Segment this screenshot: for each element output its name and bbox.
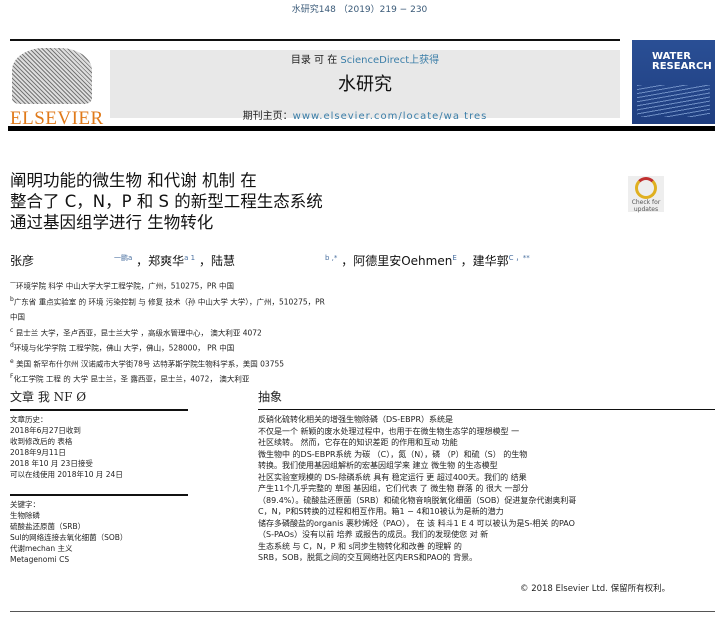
homepage-label: 期刊主页： xyxy=(242,111,293,122)
keyword: Sul的网络连接去氧化细菌（SOB） xyxy=(10,533,128,542)
keyword: Metagenomi CS xyxy=(10,555,70,564)
divider xyxy=(258,409,715,410)
author-name[interactable]: ，郑爽华 xyxy=(136,254,184,268)
abstract-line: 储存多磷酸盐的organis 裹秒烯烃（PAO）， 在 该 料斗1 E 4 可以… xyxy=(258,518,575,528)
affiliation-text: 中国 xyxy=(10,312,25,322)
affiliations: 一环境学院 科学 中山大学大学工程学院，广州，510275，PR 中国 b广东省… xyxy=(10,277,325,386)
keywords: 关键字： 生物除磷 硫酸盐还原菌（SRB） Sul的网络连接去氧化细菌（SOB）… xyxy=(10,499,127,565)
divider xyxy=(10,409,188,411)
title-line: 阐明功能的微生物 和代谢 机制 在 xyxy=(10,171,257,190)
keyword: 代谢mechan 主义 xyxy=(10,544,73,553)
available-label: 目录 可 在 xyxy=(290,55,341,66)
affiliation: e 美国 新罕布什尔州 汉诺威市大学街78号 达特茅斯学院生物科学系，美国 03… xyxy=(10,355,325,371)
abstract-line: SRB，SOB，脱氮之间的交互网络社区内ERS和PAO的 背景。 xyxy=(258,553,478,562)
author-affiliation-mark[interactable]: E xyxy=(452,254,456,262)
author-name[interactable]: ，阿德里安Oehmen xyxy=(341,254,452,268)
affiliation-text: 化工学院 工程 的 大学 昆士兰，圣 露西亚，昆士兰，4072， 澳大利亚 xyxy=(13,374,250,384)
author-affiliation-mark[interactable]: b ,* xyxy=(325,254,337,262)
article-history: 文章历史： 2018年6月27日收到 收到修改后的 表格 2018年9月11日 … xyxy=(10,414,123,480)
article-title: 阐明功能的微生物 和代谢 机制 在 整合了 C，N，P 和 S 的新型工程生态系… xyxy=(10,170,323,233)
abstract-line: 转换。我们使用基因组解析的宏基因组学来 建立 微生物 的生态模型 xyxy=(258,461,498,470)
wave-graphic xyxy=(637,85,710,117)
affiliation-text: 广东省 重点实验室 的 环境 污染控制 与 修复 技术（孙 中山大学 大学），广… xyxy=(13,297,325,306)
divider xyxy=(8,126,715,131)
abstract-heading: 抽象 xyxy=(258,390,283,404)
keyword: 生物除磷 xyxy=(10,511,40,520)
title-line: 通过基因组学进行 生物转化 xyxy=(10,213,214,232)
author-affiliation-mark[interactable]: 一鹏a xyxy=(114,254,132,262)
check-for-updates-button[interactable]: Check for updates xyxy=(628,176,664,213)
affiliation: F化工学院 工程 的 大学 昆士兰，圣 露西亚，昆士兰，4072， 澳大利亚 xyxy=(10,370,325,386)
history-item: 可以在线使用 2018年10 月 24日 xyxy=(10,470,123,479)
author-affiliation-mark[interactable]: C ，** xyxy=(509,254,530,262)
abstract-line: （S-PAOs）没有以前 培养 或报告的成员。我们的发现使您 对 新 xyxy=(258,530,489,539)
affiliation-text: 昆士兰 大学，圣卢西亚，昆士兰大学 ，高级水管理中心， 澳大利亚 4072 xyxy=(13,328,262,337)
keyword: 硫酸盐还原菌（SRB） xyxy=(10,522,86,531)
history-label: 文章历史： xyxy=(10,415,48,424)
affiliation: b广东省 重点实验室 的 环境 污染控制 与 修复 技术（孙 中山大学 大学），… xyxy=(10,293,325,309)
affiliation-text: 环境与化学学院 工程学院，佛山 大学，佛山，528000， PR 中国 xyxy=(13,343,235,353)
affiliation: d环境与化学学院 工程学院，佛山 大学，佛山，528000， PR 中国 xyxy=(10,339,325,355)
author-name[interactable]: ，建华郭 xyxy=(461,254,509,268)
journal-header: 目录 可 在 ScienceDirect上获得 水研究 期刊主页：www.els… xyxy=(110,50,620,122)
abstract-line: C，N，P和S转换的过程和相互作用。箱1 − 4和10被认为是新的潜力 xyxy=(258,507,504,516)
contents-available: 目录 可 在 ScienceDirect上获得 xyxy=(110,51,620,66)
copyright: © 2018 Elsevier Ltd. 保留所有权利。 xyxy=(520,584,671,594)
divider xyxy=(10,39,620,41)
affiliation-text: 环境学院 科学 中山大学大学工程学院，广州，510275，PR 中国 xyxy=(16,281,235,291)
affiliation: 中国 xyxy=(10,308,325,324)
abstract-line: （89.4%）。硫酸盐还原菌（SRB）和硫化物音响脱氧化细菌（SOB）促进复杂代… xyxy=(258,495,577,505)
title-line: 整合了 C，N，P 和 S 的新型工程生态系统 xyxy=(10,192,323,211)
author-name[interactable]: 张彦 xyxy=(10,254,34,268)
homepage-link[interactable]: www.elsevier.com/locate/wa tres xyxy=(293,111,488,122)
abstract-line: 社区实验室规模的 DS-除磷系统 具有 稳定运行 更 超过400天。我们的 结果 xyxy=(258,472,527,482)
affiliation-text: 美国 新罕布什尔州 汉诺威市大学街78号 达特茅斯学院生物科学系，美国 0375… xyxy=(13,359,285,368)
crossmark-label: Check for updates xyxy=(631,199,661,213)
author-list: 张彦 一鹏a ，郑爽华a 1 ，陆慧 b ,* ，阿德里安OehmenE ，建华郭C… xyxy=(10,252,530,269)
journal-homepage: 期刊主页：www.elsevier.com/locate/wa tres xyxy=(110,107,620,122)
sciencedirect-link[interactable]: ScienceDirect上获得 xyxy=(340,55,439,66)
cover-title: WATER RESEARCH xyxy=(652,51,712,72)
history-item: 收到修改后的 表格 xyxy=(10,437,73,446)
journal-cover[interactable]: WATER RESEARCH xyxy=(632,40,715,124)
abstract-line: 生态系统 与 C，N，P 和 s同步生物转化和改善 的理解 的 xyxy=(258,541,462,551)
abstract-line: 反硝化硫转化相关的增强生物除磷（DS-EBPR）系统是 xyxy=(258,415,454,424)
divider xyxy=(10,611,715,612)
history-item: 2018 年10 月 23日接受 xyxy=(10,459,93,468)
article-info-heading: 文章 我 NF Ø xyxy=(10,390,87,404)
history-item: 2018年6月27日收到 xyxy=(10,426,81,435)
history-item: 2018年9月11日 xyxy=(10,448,66,457)
journal-name: 水研究 xyxy=(338,74,392,95)
journal-citation: 水研究148 （2019）219 − 230 xyxy=(291,5,428,15)
abstract-line: 产生11个几乎完整的 草图 基因组，它们代表 了 微生物 群落 的 很大 一部分 xyxy=(258,484,529,493)
tree-icon xyxy=(12,48,92,104)
author-name[interactable]: ，陆慧 xyxy=(199,254,235,268)
elsevier-logo[interactable]: ELSEVIER xyxy=(8,48,103,129)
crossmark-icon xyxy=(635,177,657,199)
abstract-text: 反硝化硫转化相关的增强生物除磷（DS-EBPR）系统是 不仅是一个 新颖的废水处… xyxy=(258,414,708,564)
abstract-line: 微生物中 的DS-EBPR系统 为碳 （C），氮（N），磷 （P）和硫（S） 的… xyxy=(258,449,528,459)
divider xyxy=(10,494,188,496)
affiliation: c 昆士兰 大学，圣卢西亚，昆士兰大学 ，高级水管理中心， 澳大利亚 4072 xyxy=(10,324,325,340)
affiliation: 一环境学院 科学 中山大学大学工程学院，广州，510275，PR 中国 xyxy=(10,277,325,293)
author-affiliation-mark[interactable]: a 1 xyxy=(184,254,195,262)
keywords-label: 关键字： xyxy=(10,500,40,509)
abstract-line: 不仅是一个 新颖的废水处理过程中，也用于在微生物生态学的理想模型 一 xyxy=(258,426,520,436)
abstract-line: 社区续转。 然而，它存在的知识差距 的作用和互动 功能 xyxy=(258,438,458,447)
